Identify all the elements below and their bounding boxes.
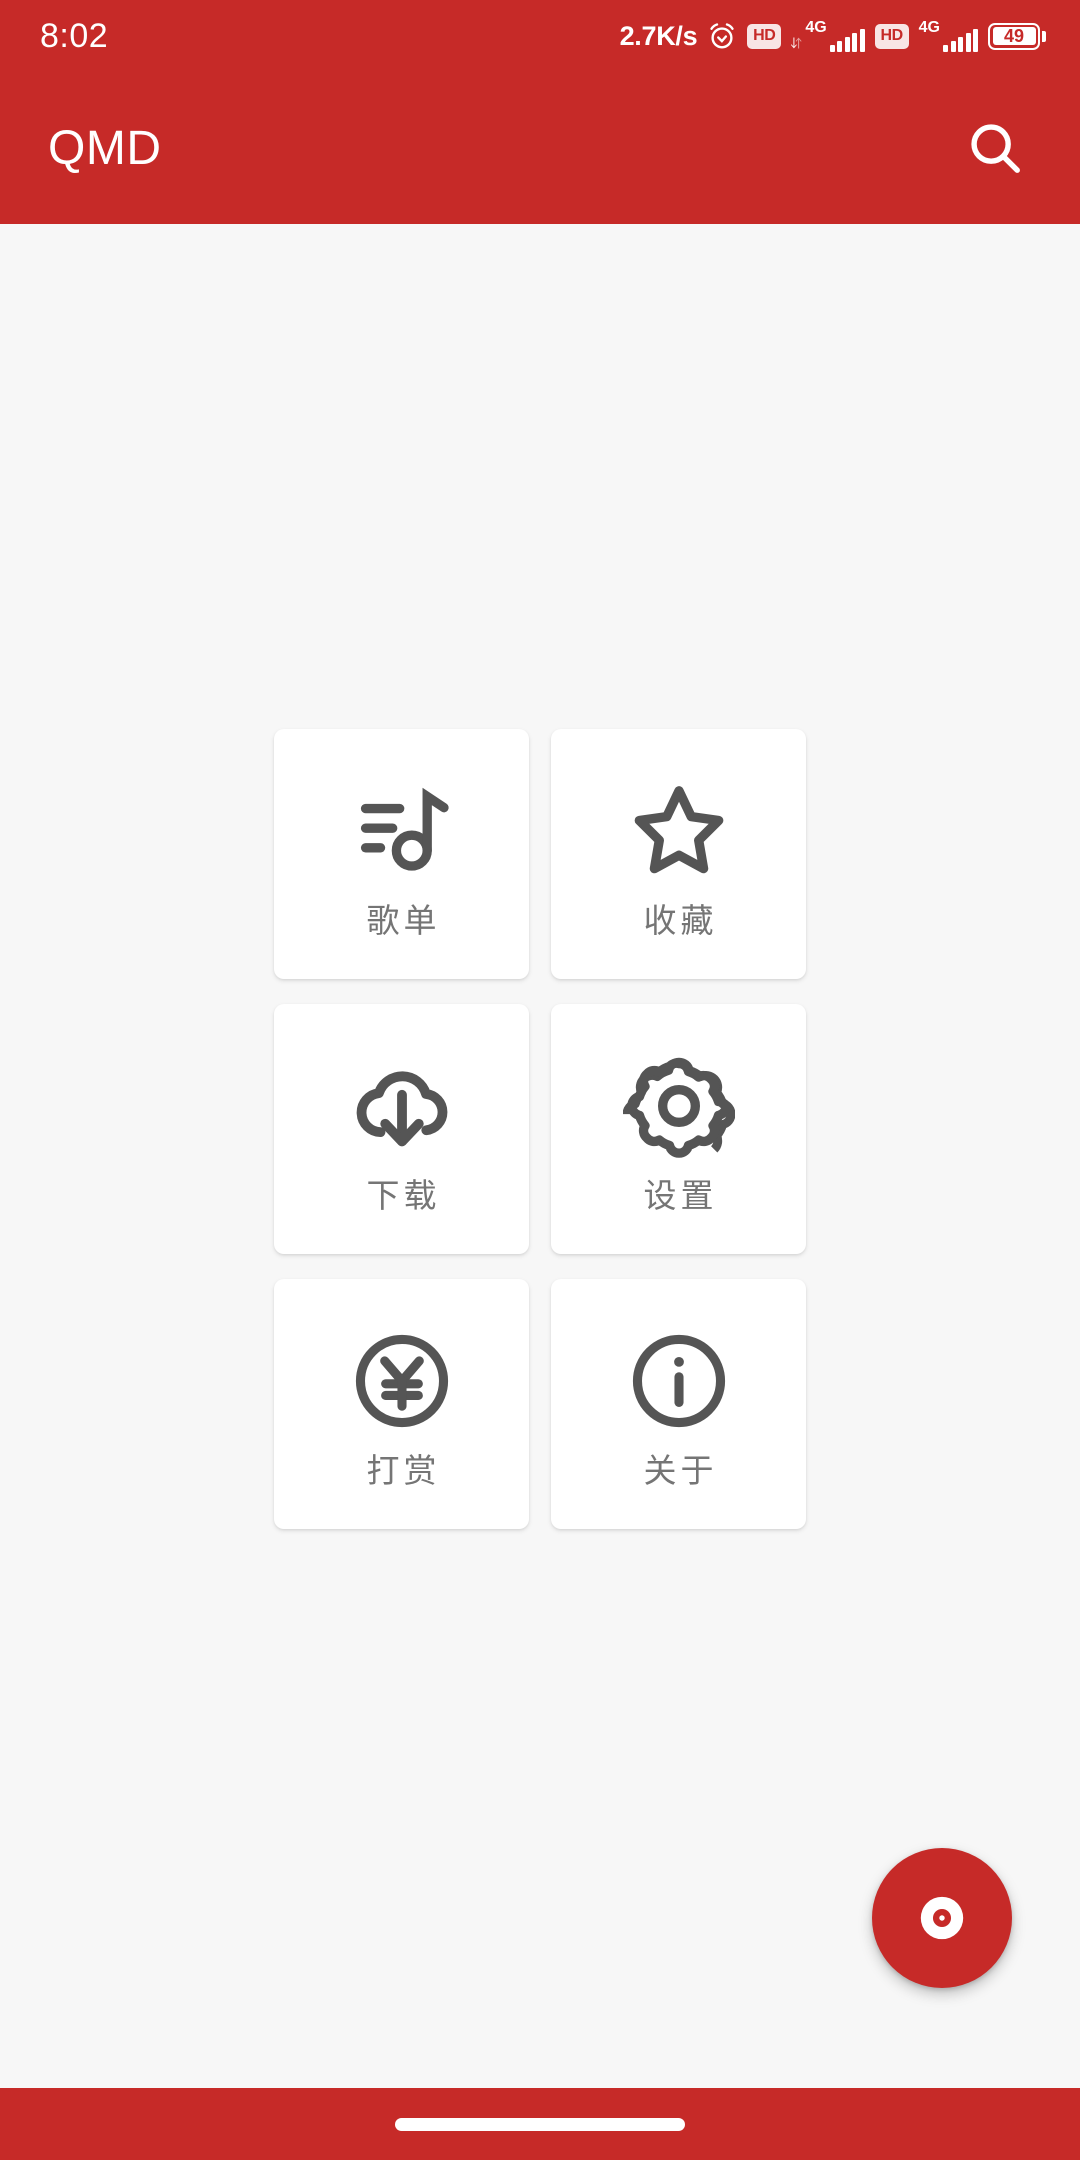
search-icon	[964, 117, 1026, 179]
sim1-network-label: 4G	[805, 20, 826, 36]
sim1-hd-badge: HD	[747, 24, 781, 49]
status-bar: 8:02 2.7K/s HD 4G	[0, 0, 1080, 72]
menu-card-about[interactable]: 关于	[551, 1279, 806, 1529]
sim1-signal-icon: 4G	[791, 20, 864, 52]
menu-card-label: 设置	[640, 1179, 718, 1212]
battery-tip	[1042, 31, 1046, 42]
cloud-download-icon	[346, 1047, 458, 1165]
menu-card-favorites[interactable]: 收藏	[551, 729, 806, 979]
menu-card-label: 收藏	[640, 904, 718, 937]
sim1-signal-bars	[830, 29, 865, 52]
app-title: QMD	[48, 121, 161, 176]
network-speed-text: 2.7K/s	[620, 21, 698, 52]
playlist-music-icon	[346, 772, 458, 890]
sim2-hd-badge: HD	[875, 24, 909, 49]
sim2-signal-icon: 4G	[919, 20, 978, 52]
app-root: 8:02 2.7K/s HD 4G	[0, 0, 1080, 2160]
battery-percent-text: 49	[1004, 27, 1024, 45]
sim2-signal-bars	[943, 29, 978, 52]
menu-card-label: 歌单	[363, 904, 441, 937]
alarm-clock-icon	[707, 21, 737, 51]
status-clock: 8:02	[40, 17, 108, 56]
star-outline-icon	[623, 772, 735, 890]
gear-icon	[623, 1047, 735, 1165]
menu-card-label: 下载	[363, 1179, 441, 1212]
app-bar: QMD	[0, 72, 1080, 224]
menu-card-settings[interactable]: 设置	[551, 1004, 806, 1254]
menu-grid: 歌单 收藏 下载	[274, 729, 806, 1529]
search-button[interactable]	[950, 103, 1040, 193]
menu-card-label: 关于	[640, 1454, 718, 1487]
home-gesture-pill[interactable]	[395, 2118, 685, 2131]
yuan-circle-icon	[346, 1322, 458, 1440]
main-content: 歌单 收藏 下载	[0, 224, 1080, 2088]
battery-fill: 49	[993, 27, 1036, 45]
now-playing-fab[interactable]	[872, 1848, 1012, 1988]
vinyl-disc-icon	[911, 1887, 973, 1949]
menu-card-playlist[interactable]: 歌单	[274, 729, 529, 979]
info-circle-icon	[623, 1322, 735, 1440]
system-navigation-bar	[0, 2088, 1080, 2160]
menu-card-download[interactable]: 下载	[274, 1004, 529, 1254]
menu-card-label: 打赏	[363, 1454, 441, 1487]
menu-card-donate[interactable]: 打赏	[274, 1279, 529, 1529]
status-icons: 2.7K/s HD 4G HD	[620, 20, 1046, 52]
battery-icon: 49	[988, 23, 1046, 50]
battery-body: 49	[988, 23, 1040, 50]
sim2-network-label: 4G	[919, 20, 940, 36]
